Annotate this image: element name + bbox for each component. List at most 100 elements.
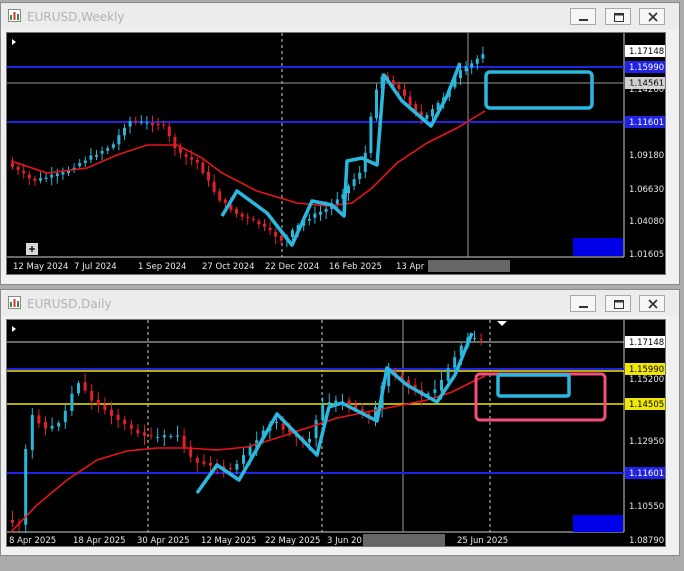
candle-body [37, 415, 41, 424]
candle-body [149, 435, 153, 437]
daily-window-titlebar[interactable]: EURUSD,Daily [1, 290, 679, 316]
candle-body [307, 218, 311, 221]
autotrading-on-button[interactable] [573, 238, 623, 256]
daily-close-button[interactable] [639, 295, 665, 312]
candle-body [33, 178, 37, 181]
time-axis-label: 27 Oct 2024 [202, 262, 255, 272]
time-axis-label: 30 Apr 2025 [137, 536, 190, 546]
candle-body [453, 357, 457, 368]
candle-body [63, 410, 67, 423]
candle-body [223, 199, 227, 204]
candle-body [123, 127, 126, 136]
candle-body [291, 230, 294, 237]
chart-menu-arrow-icon[interactable] [12, 39, 16, 45]
target-zone-rectangle[interactable] [484, 70, 594, 110]
daily-chart-area[interactable]: 1.17148 1.15990 1.15200 1.14505 1.12950 1.116… [6, 319, 666, 547]
weekly-chart-area[interactable]: 1.17148 1.15990 1.14561 1.14200 1.11601 1.091… [6, 32, 666, 275]
time-axis-label: 12 May 2024 [13, 262, 68, 272]
candle-body [95, 154, 98, 157]
candle-body [431, 109, 434, 117]
time-axis-label: 22 Dec 2024 [265, 262, 319, 272]
chart-window-icon [8, 9, 21, 22]
candle-body [459, 70, 462, 78]
daily-price-chart[interactable]: 1.17148 1.159901.15200 1.14505 1.12950 1.116… [7, 320, 665, 546]
candle-body [167, 126, 171, 137]
candle-body [50, 174, 54, 178]
price-axis-label: 1.12950 [629, 437, 664, 447]
time-axis-label: 3 Jun 20 [327, 536, 362, 546]
candle-body [425, 115, 429, 119]
candle-body [44, 422, 47, 429]
weekly-chart-window[interactable]: EURUSD,Weekly 1.17148 1.15990 1.14561 1.142… [0, 2, 680, 285]
candle-body [201, 162, 205, 173]
time-axis-label: 13 Apr [396, 262, 425, 272]
candle-body [89, 155, 93, 160]
candle-body [129, 424, 133, 429]
candle-body [106, 148, 110, 151]
candle-body [136, 429, 140, 434]
candle-body [235, 209, 238, 214]
candle-body [139, 121, 143, 123]
weekly-close-button[interactable] [639, 8, 665, 25]
candle-body [11, 520, 14, 523]
candle-body [281, 423, 285, 430]
candle-body [369, 116, 373, 153]
price-axis-label: 1.06630 [629, 185, 664, 195]
candle-body [190, 157, 194, 160]
candle-body [446, 368, 450, 381]
candle-body [156, 436, 160, 438]
minimize-icon [579, 19, 588, 21]
weekly-window-titlebar[interactable]: EURUSD,Weekly [1, 3, 679, 29]
daily-window-title: EURUSD,Daily [27, 297, 112, 311]
crosshair-date-box [363, 534, 445, 546]
time-axis-label: 8 Apr 2025 [9, 536, 56, 546]
time-axis-label: 16 Feb 2025 [329, 262, 382, 272]
candle-body [83, 160, 87, 163]
trend-zigzag-drawing[interactable] [220, 62, 462, 247]
weekly-price-chart[interactable]: 1.171481.159901.145611.142001.116011.091… [7, 33, 665, 274]
candle-body [83, 382, 87, 391]
candle-body [184, 154, 188, 157]
candle-body [145, 122, 149, 124]
candle-body [473, 338, 476, 340]
candle-body [90, 390, 94, 401]
candle-body [397, 84, 401, 89]
candle-body [263, 223, 266, 227]
candle-body [116, 414, 120, 421]
weekly-restore-button[interactable] [605, 8, 631, 25]
moving-average-line [10, 375, 486, 533]
candle-body [162, 124, 166, 126]
price-axis-label: 1.17148 [629, 47, 664, 57]
candle-body [169, 435, 173, 437]
time-axis-label: 12 May 2025 [201, 536, 256, 546]
time-axis-label: 1 Sep 2024 [138, 262, 186, 272]
candle-body [111, 144, 115, 148]
candle-body [268, 227, 272, 231]
candle-body [257, 221, 261, 225]
candle-body [209, 463, 212, 466]
time-axis-label: 18 Apr 2025 [73, 536, 126, 546]
weekly-minimize-button[interactable] [570, 8, 596, 25]
candle-body [96, 399, 100, 405]
candle-body [248, 445, 252, 456]
candle-body [327, 402, 331, 405]
daily-restore-button[interactable] [605, 295, 631, 312]
price-axis-label: 1.15990 [629, 365, 664, 375]
candle-body [156, 123, 160, 126]
candle-body [44, 177, 48, 179]
chart-menu-arrow-icon[interactable] [12, 326, 16, 332]
candle-body [358, 172, 362, 179]
chart-shift-marker-icon[interactable] [497, 321, 507, 326]
candle-body [195, 159, 199, 163]
candle-body [103, 404, 107, 411]
candle-body [61, 172, 65, 175]
daily-minimize-button[interactable] [570, 295, 596, 312]
chart-window-icon [8, 296, 21, 309]
target-zone-inner-rectangle[interactable] [496, 373, 571, 398]
moving-average-line [10, 110, 486, 207]
price-axis-label: 1.04080 [629, 217, 664, 227]
daily-chart-window[interactable]: EURUSD,Daily 1.17148 1.15990 1.15200 1.1450… [0, 289, 680, 556]
candle-body [100, 151, 104, 154]
autotrading-on-button[interactable] [573, 515, 623, 532]
price-axis-label: 1.09180 [629, 151, 664, 161]
